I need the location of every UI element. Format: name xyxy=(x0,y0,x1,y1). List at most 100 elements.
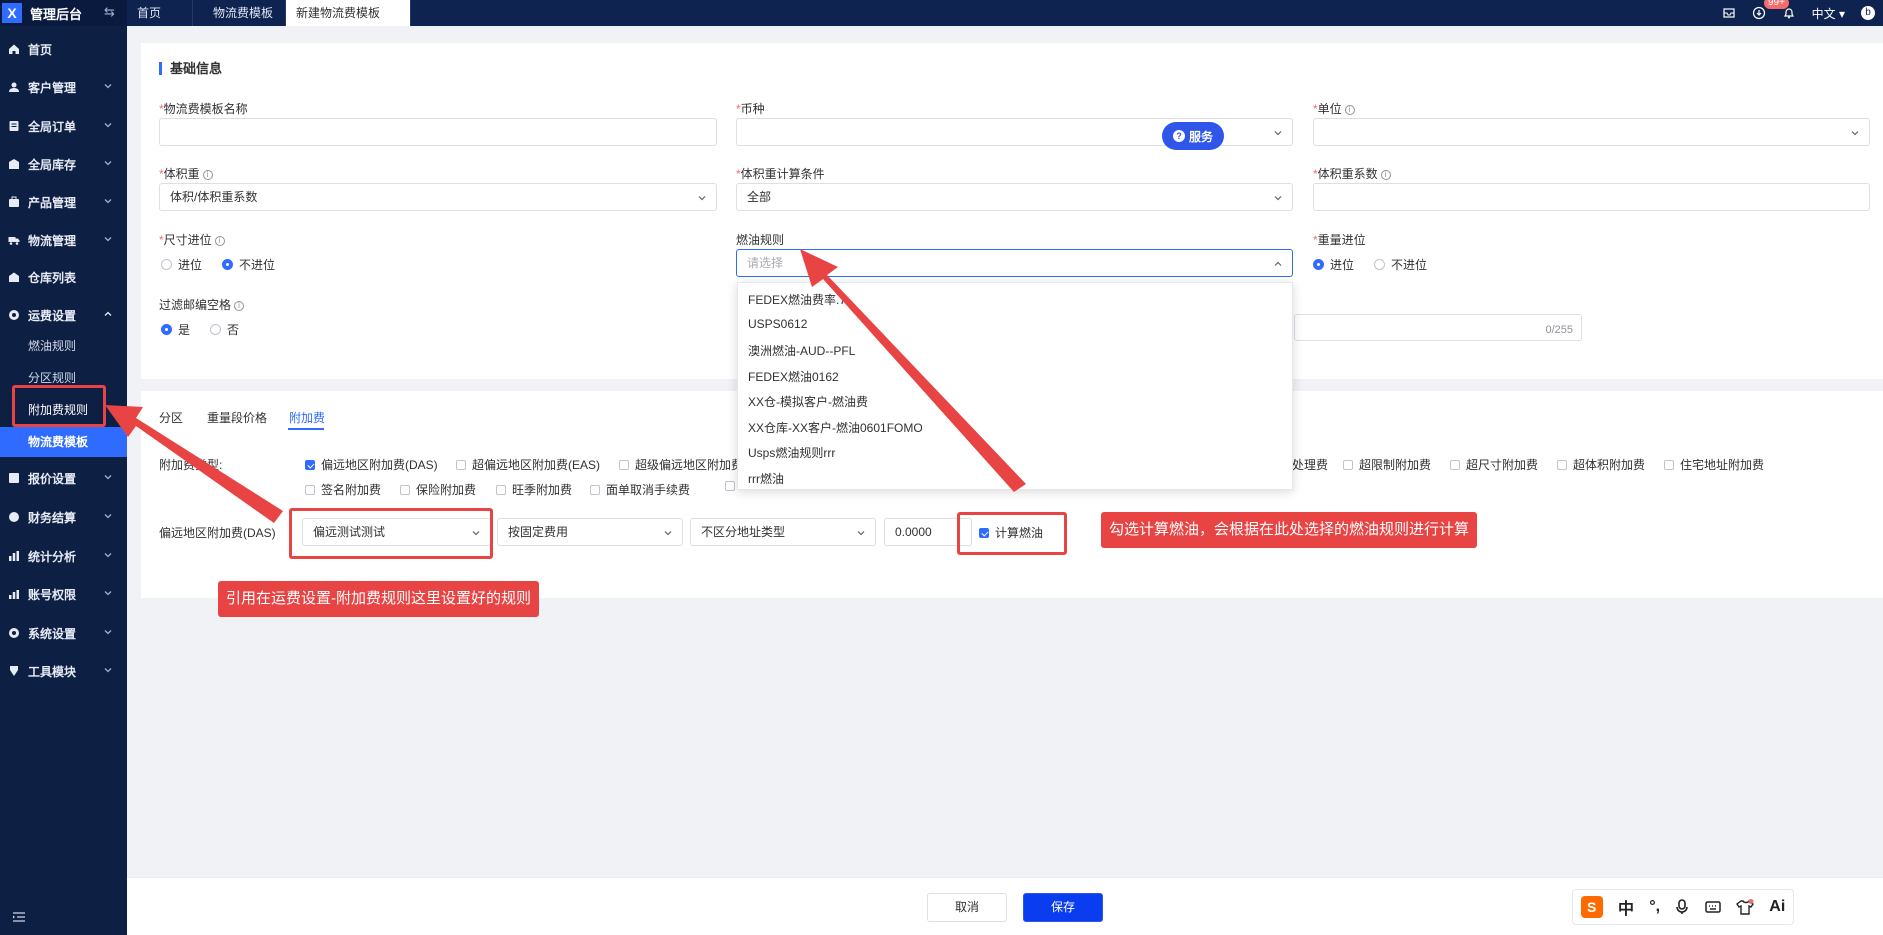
warehouse-icon xyxy=(9,272,19,282)
dropdown-option[interactable]: FEDEX燃油0162 xyxy=(748,368,839,385)
mic-icon[interactable] xyxy=(1675,899,1689,915)
chevron-down-icon xyxy=(104,591,112,596)
callout-left: 引用在运费设置-附加费规则这里设置好的规则 xyxy=(218,581,539,617)
ime-chinese-toggle[interactable]: 中 xyxy=(1618,895,1634,919)
sidebar-item-stats[interactable]: 统计分析 xyxy=(0,541,127,571)
sidebar-item-orders[interactable]: 全局订单 xyxy=(0,111,127,141)
dropdown-option[interactable]: Usps燃油规则rrr xyxy=(748,444,835,461)
filter-zip-radio-no[interactable]: 否 xyxy=(210,321,239,338)
sidebar-item-logistics[interactable]: 物流管理 xyxy=(0,225,127,255)
tab-logistics-template[interactable]: 物流费模板 xyxy=(193,0,286,26)
info-icon[interactable]: i xyxy=(1380,170,1391,180)
checkbox-over-limit[interactable]: 超限制附加费 xyxy=(1343,456,1431,473)
checkbox-das[interactable]: 偏远地区附加费(DAS) xyxy=(305,456,438,473)
checkbox-over-size[interactable]: 超尺寸附加费 xyxy=(1450,456,1538,473)
checkbox-box xyxy=(1557,459,1567,470)
checkbox-peak[interactable]: 旺季附加费 xyxy=(496,481,572,498)
checkbox-residential[interactable]: 住宅地址附加费 xyxy=(1664,456,1764,473)
label-text: 重量进位 xyxy=(1317,233,1366,247)
sidebar-item-account[interactable]: 账号权限 xyxy=(0,579,127,609)
tab-weight-price[interactable]: 重量段价格 xyxy=(207,409,267,426)
sidebar-item-freight[interactable]: 运费设置 xyxy=(0,300,127,330)
info-icon[interactable]: i xyxy=(1344,105,1355,115)
sidebar-item-product[interactable]: 产品管理 xyxy=(0,187,127,217)
sidebar-item-settings[interactable]: 系统设置 xyxy=(0,618,127,648)
sidebar-sub-fuel-rule[interactable]: 燃油规则 xyxy=(0,331,127,361)
chevron-down-icon xyxy=(1274,196,1282,201)
truck-icon xyxy=(8,237,20,245)
checkbox-super-remote[interactable]: 超级偏远地区附加费 xyxy=(619,456,743,473)
unit-select[interactable] xyxy=(1313,118,1870,146)
sidebar-item-home[interactable]: 首页 xyxy=(0,34,127,64)
tab-home[interactable]: 首页 xyxy=(127,0,193,26)
service-button[interactable]: ? 服务 xyxy=(1162,122,1224,150)
ime-ai-button[interactable]: Ai xyxy=(1769,898,1785,916)
download-icon[interactable] xyxy=(1752,6,1766,20)
tab-zone[interactable]: 分区 xyxy=(159,409,183,426)
address-type-select[interactable]: 不区分地址类型 xyxy=(690,518,876,546)
ime-punctuation-toggle[interactable]: °, xyxy=(1649,898,1660,916)
sidebar-item-label: 产品管理 xyxy=(28,195,77,210)
sidebar-item-customer[interactable]: 客户管理 xyxy=(0,72,127,102)
message-icon[interactable] xyxy=(1722,6,1736,20)
language-select[interactable]: 中文 ▾ xyxy=(1812,5,1845,22)
dropdown-option[interactable]: XX仓-模拟客户-燃油费 xyxy=(748,393,868,410)
save-button[interactable]: 保存 xyxy=(1023,893,1103,922)
sidebar-sub-logistics-template[interactable]: 物流费模板 xyxy=(0,427,127,457)
remark-textarea[interactable]: 0/255 xyxy=(1294,314,1582,341)
collapse-icon[interactable]: ⇆ xyxy=(104,4,115,20)
menu-fold-icon[interactable] xyxy=(12,911,26,923)
template-name-input[interactable] xyxy=(159,118,717,146)
sidebar-item-quote[interactable]: 报价设置 xyxy=(0,463,127,493)
size-round-radio-round[interactable]: 进位 xyxy=(161,256,202,273)
checkbox-label-cancel[interactable]: 面单取消手续费 xyxy=(590,481,690,498)
weight-round-radio-round[interactable]: 进位 xyxy=(1313,256,1354,273)
info-icon[interactable]: i xyxy=(234,301,245,311)
checkbox-label: 住宅地址附加费 xyxy=(1680,458,1765,472)
info-icon[interactable]: i xyxy=(214,236,225,246)
cancel-button[interactable]: 取消 xyxy=(927,893,1007,922)
radio-label: 不进位 xyxy=(239,258,276,272)
keyboard-icon[interactable] xyxy=(1704,900,1721,914)
fuel-rule-select[interactable]: 请选择 xyxy=(736,249,1293,277)
chevron-down-icon xyxy=(1851,131,1859,136)
checkbox-eas[interactable]: 超偏远地区附加费(EAS) xyxy=(456,456,600,473)
volume-factor-input[interactable] xyxy=(1313,183,1870,211)
tab-surcharge[interactable]: 附加费 xyxy=(289,409,325,426)
info-icon[interactable]: i xyxy=(202,170,213,180)
checkbox-handling[interactable]: 处理费 xyxy=(1292,456,1328,473)
dropdown-option[interactable]: XX仓库-XX客户-燃油0601FOMO xyxy=(748,419,923,436)
chevron-down-icon xyxy=(104,668,112,673)
checkbox-box xyxy=(619,459,629,470)
ime-logo-icon[interactable]: S xyxy=(1580,896,1603,918)
sidebar-item-warehouse[interactable]: 仓库列表 xyxy=(0,262,127,292)
tab-new-logistics-template[interactable]: 新建物流费模板 xyxy=(286,0,411,26)
avatar[interactable]: b xyxy=(1861,6,1875,20)
sidebar-item-finance[interactable]: 财务结算 xyxy=(0,502,127,532)
dropdown-option[interactable]: FEDEX燃油费率.7 xyxy=(748,291,846,308)
filter-zip-radio-yes[interactable]: 是 xyxy=(161,321,190,338)
checkbox-signature[interactable]: 签名附加费 xyxy=(305,481,381,498)
dropdown-option[interactable]: USPS0612 xyxy=(748,317,807,331)
highlight-box-das-rule xyxy=(289,508,493,559)
volume-weight-select[interactable]: 体积/体积重系数 xyxy=(159,183,717,211)
radio-dot xyxy=(210,324,221,335)
field-label-template-name: *物流费模板名称 xyxy=(159,102,248,116)
checkbox-insurance[interactable]: 保险附加费 xyxy=(400,481,476,498)
dropdown-option[interactable]: 澳洲燃油-AUD--PFL xyxy=(748,342,855,359)
shirt-icon[interactable] xyxy=(1736,899,1754,915)
sidebar-item-stock[interactable]: 全局库存 xyxy=(0,149,127,179)
sidebar-item-tools[interactable]: 工具模块 xyxy=(0,656,127,686)
char-counter: 0/255 xyxy=(1545,324,1573,336)
weight-round-radio-no-round[interactable]: 不进位 xyxy=(1374,256,1427,273)
fee-mode-select[interactable]: 按固定费用 xyxy=(497,518,683,546)
chevron-down-icon xyxy=(104,123,112,128)
stock-icon xyxy=(9,159,19,169)
language-label: 中文 xyxy=(1811,6,1836,21)
dropdown-option[interactable]: rrr燃油 xyxy=(748,470,784,487)
field-label-fuel-rule: 燃油规则 xyxy=(736,233,785,247)
volume-condition-select[interactable]: 全部 xyxy=(736,183,1293,211)
checkbox-over-volume[interactable]: 超体积附加费 xyxy=(1557,456,1645,473)
checkbox-label: 超级偏远地区附加费 xyxy=(635,458,744,472)
size-round-radio-no-round[interactable]: 不进位 xyxy=(222,256,275,273)
